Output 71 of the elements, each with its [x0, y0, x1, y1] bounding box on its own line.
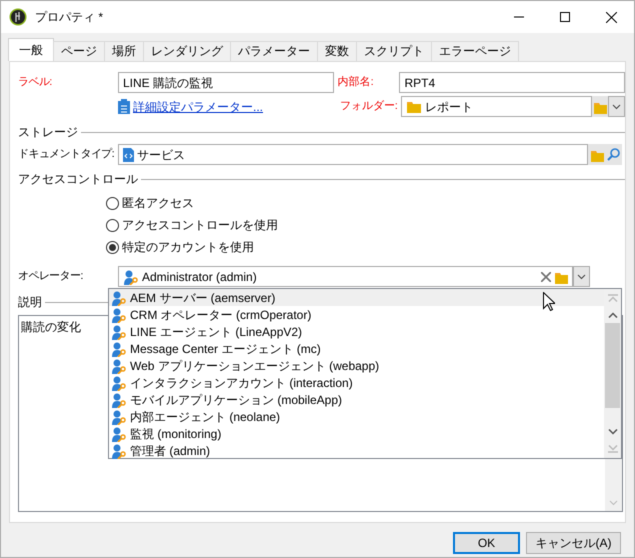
maximize-icon [560, 12, 570, 22]
dropdown-item[interactable]: Message Center エージェント (mc) [109, 340, 604, 357]
dropdown-item[interactable]: AEM サーバー (aemserver) [109, 289, 604, 306]
scroll-thumb[interactable] [605, 323, 620, 408]
document-icon [123, 148, 134, 162]
field-label: 内部名: [338, 74, 375, 90]
dropdown-item[interactable]: インタラクションアカウント (interaction) [109, 374, 604, 391]
field-label: ドキュメントタイプ: [18, 146, 116, 162]
mouse-cursor-icon [543, 292, 555, 311]
section-heading: 説明 [18, 294, 42, 311]
section-heading: アクセスコントロール [18, 171, 138, 188]
user-icon [111, 442, 127, 458]
tab[interactable]: エラーページ [431, 41, 519, 61]
dialog-button[interactable]: キャンセル(A) [526, 532, 621, 554]
clear-icon [541, 272, 551, 282]
clipboard-icon [118, 99, 130, 114]
scroll-bottom-icon [608, 445, 618, 453]
dropdown-item[interactable]: モバイルアプリケーション (mobileApp) [109, 391, 604, 408]
radio-button[interactable] [106, 240, 119, 254]
user-icon [123, 268, 139, 284]
user-icon [111, 290, 127, 306]
document-type-field[interactable]: サービス [118, 144, 588, 165]
dialog-button[interactable]: OK [453, 532, 520, 554]
field-value: Administrator (admin) [142, 268, 257, 286]
radio-button[interactable] [106, 196, 119, 210]
dropdown-item[interactable]: LINE エージェント (LineAppV2) [109, 323, 604, 340]
radio-label: 匿名アクセス [122, 195, 194, 212]
dropdown-item[interactable]: Web アプリケーションエージェント (webapp) [109, 357, 604, 374]
chevron-down-icon [577, 274, 586, 280]
dropdown-item[interactable]: 内部エージェント (neolane) [109, 408, 604, 425]
folder-field[interactable]: レポート [401, 96, 592, 117]
window-title: プロパティ * [35, 9, 104, 26]
tab[interactable]: 一般 [8, 38, 54, 61]
scroll-up-icon [608, 312, 618, 318]
dropdown-button[interactable] [608, 96, 625, 117]
radio-button[interactable] [106, 218, 119, 232]
field-value: 購読の変化 [21, 320, 81, 334]
user-icon [111, 306, 127, 322]
operator-field[interactable]: Administrator (admin) [118, 266, 573, 287]
dropdown-item[interactable]: 監視 (monitoring) [109, 425, 604, 442]
user-icon [111, 374, 127, 390]
scroll-down-icon [608, 429, 618, 435]
field-label: ラベル: [18, 75, 53, 90]
scrollbar[interactable] [604, 289, 621, 458]
field-label: フォルダー: [340, 99, 399, 114]
section-heading: ストレージ [18, 124, 78, 141]
label-field[interactable]: LINE 購読の監視 [118, 72, 334, 93]
chevron-down-icon [609, 500, 618, 506]
field-label: オペレーター: [18, 269, 84, 284]
tab[interactable]: ページ [53, 41, 105, 61]
user-icon [111, 408, 127, 424]
user-icon [111, 358, 127, 374]
radio-label: アクセスコントロールを使用 [122, 217, 278, 234]
chevron-down-icon [612, 104, 622, 110]
search-button[interactable] [605, 144, 622, 165]
user-icon [111, 426, 127, 442]
search-icon [607, 148, 620, 161]
dropdown-button[interactable] [573, 266, 590, 287]
field-value: サービス [137, 146, 185, 164]
field-value: レポート [425, 98, 474, 116]
advanced-parameters-link[interactable]: 詳細設定パラメーター... [133, 98, 264, 116]
user-icon [111, 392, 127, 408]
scroll-top-icon [608, 294, 618, 302]
user-icon [111, 340, 127, 356]
close-icon [606, 12, 616, 22]
dropdown-item[interactable]: CRM オペレーター (crmOperator) [109, 306, 604, 323]
dropdown-item[interactable]: 管理者 (admin) [109, 442, 604, 459]
user-icon [111, 324, 127, 340]
app-logo-icon [9, 8, 27, 26]
internal-name-field[interactable]: RPT4 [399, 72, 625, 93]
radio-label: 特定のアカウントを使用 [122, 239, 254, 256]
